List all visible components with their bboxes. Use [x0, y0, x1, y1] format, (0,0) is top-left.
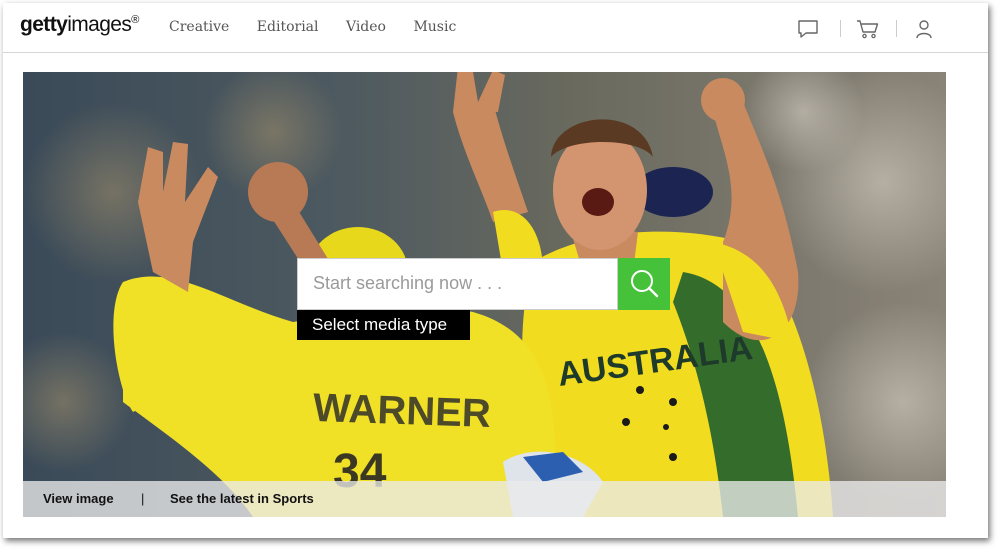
search-button[interactable]: [618, 258, 670, 310]
browser-frame: gettyimages® Creative Editorial Video Mu…: [3, 3, 988, 538]
view-image-link[interactable]: View image: [43, 481, 114, 517]
header-divider: [840, 20, 841, 37]
nav-video[interactable]: Video: [346, 19, 386, 35]
hero-banner[interactable]: AUSTRALIA WARNER 34 Start searching now …: [23, 72, 946, 517]
hero-caption-bar: View image | See the latest in Sports: [23, 481, 946, 517]
logo-bold-text: getty: [20, 13, 68, 36]
nav-editorial[interactable]: Editorial: [257, 19, 319, 35]
caption-separator: |: [141, 491, 145, 506]
cart-icon[interactable]: [856, 19, 880, 39]
nav-creative[interactable]: Creative: [169, 19, 229, 35]
jersey-back-text: WARNER: [312, 386, 491, 436]
select-media-type-button[interactable]: Select media type: [297, 310, 470, 340]
nav-music[interactable]: Music: [413, 19, 456, 35]
search-box: [297, 258, 618, 310]
search-input[interactable]: [298, 259, 613, 307]
logo-light-text: images: [67, 13, 132, 36]
chat-icon[interactable]: [797, 19, 819, 39]
search-icon: [631, 270, 659, 298]
latest-sports-link[interactable]: See the latest in Sports: [170, 481, 314, 517]
site-header: gettyimages® Creative Editorial Video Mu…: [3, 3, 988, 53]
getty-images-logo[interactable]: gettyimages®: [20, 13, 139, 37]
header-divider: [896, 20, 897, 37]
user-icon[interactable]: [915, 19, 933, 39]
logo-registered-mark: ®: [131, 14, 139, 26]
main-nav: Creative Editorial Video Music: [169, 18, 479, 36]
